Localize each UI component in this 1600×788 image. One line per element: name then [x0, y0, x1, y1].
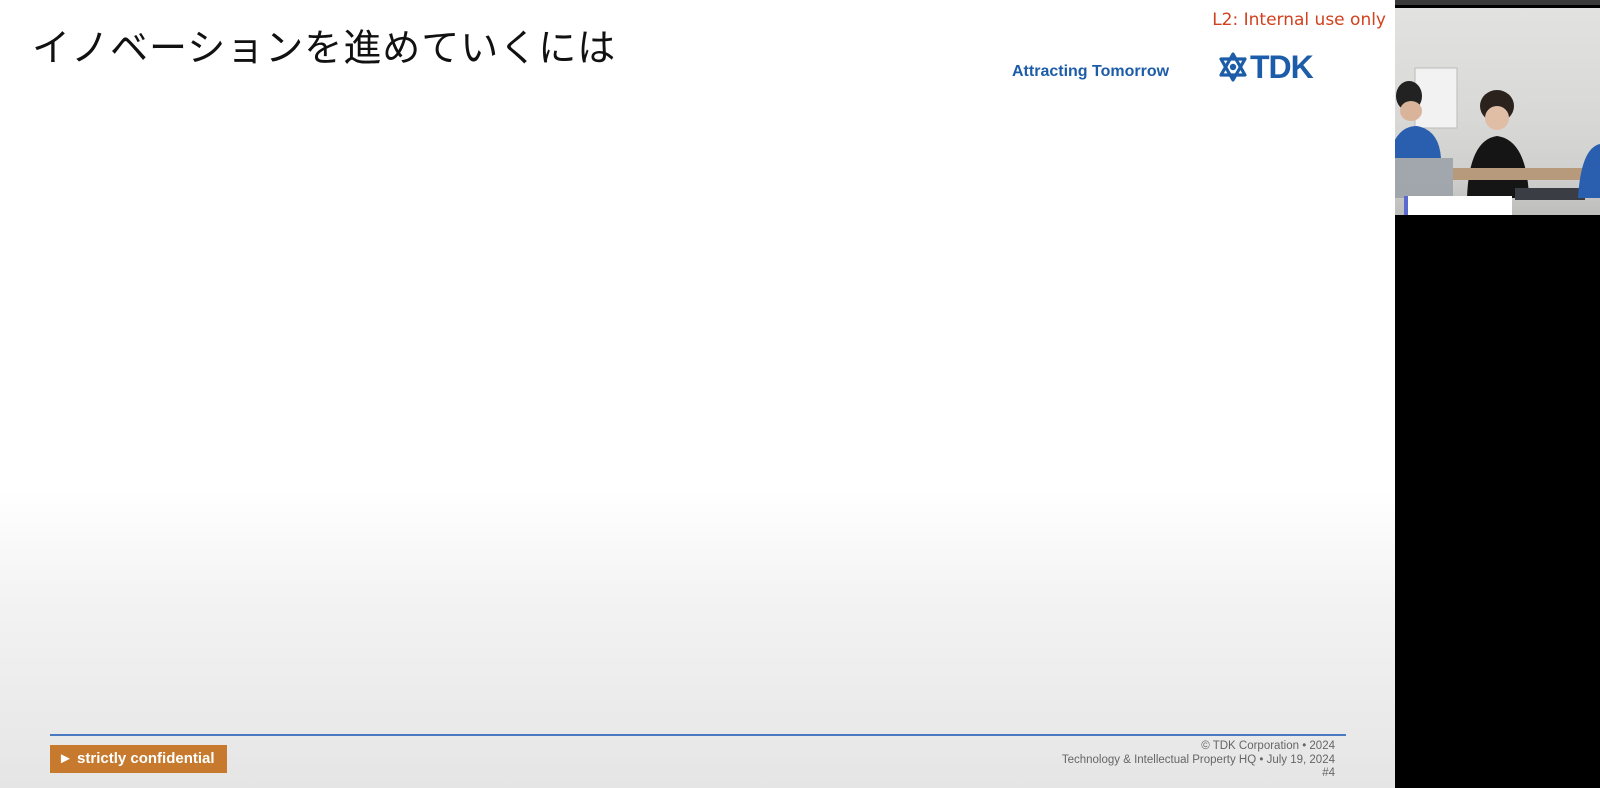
participant-video-panel	[1395, 0, 1600, 217]
participant-video[interactable]	[1395, 8, 1600, 215]
footer-department-date: Technology & Intellectual Property HQ • …	[1061, 753, 1335, 766]
video-scene	[1395, 67, 1600, 200]
footer-copyright: © TDK Corporation • 2024	[1201, 740, 1335, 752]
presentation-slide: イノベーションを進めていくには L2: Internal use only At…	[0, 0, 1395, 788]
company-tagline: Attracting Tomorrow	[1012, 63, 1170, 80]
video-top-bar	[1395, 0, 1600, 5]
screen: イノベーションを進めていくには L2: Internal use only At…	[0, 0, 1600, 788]
footer-info: © TDK Corporation • 2024 Technology & In…	[1062, 740, 1335, 781]
tdk-logo-text: TDK	[1250, 49, 1314, 85]
participant-name-label	[1404, 196, 1512, 215]
footer-page-number: #4	[1322, 767, 1335, 779]
confidential-badge: ► strictly confidential	[50, 745, 227, 773]
slide-title: イノベーションを進めていくには	[32, 26, 617, 70]
tdk-logo: TDK	[1218, 49, 1314, 85]
internal-use-label: L2: Internal use only	[1212, 10, 1386, 30]
footer-divider	[50, 734, 1346, 736]
tdk-logo-mark-icon	[1219, 52, 1247, 82]
